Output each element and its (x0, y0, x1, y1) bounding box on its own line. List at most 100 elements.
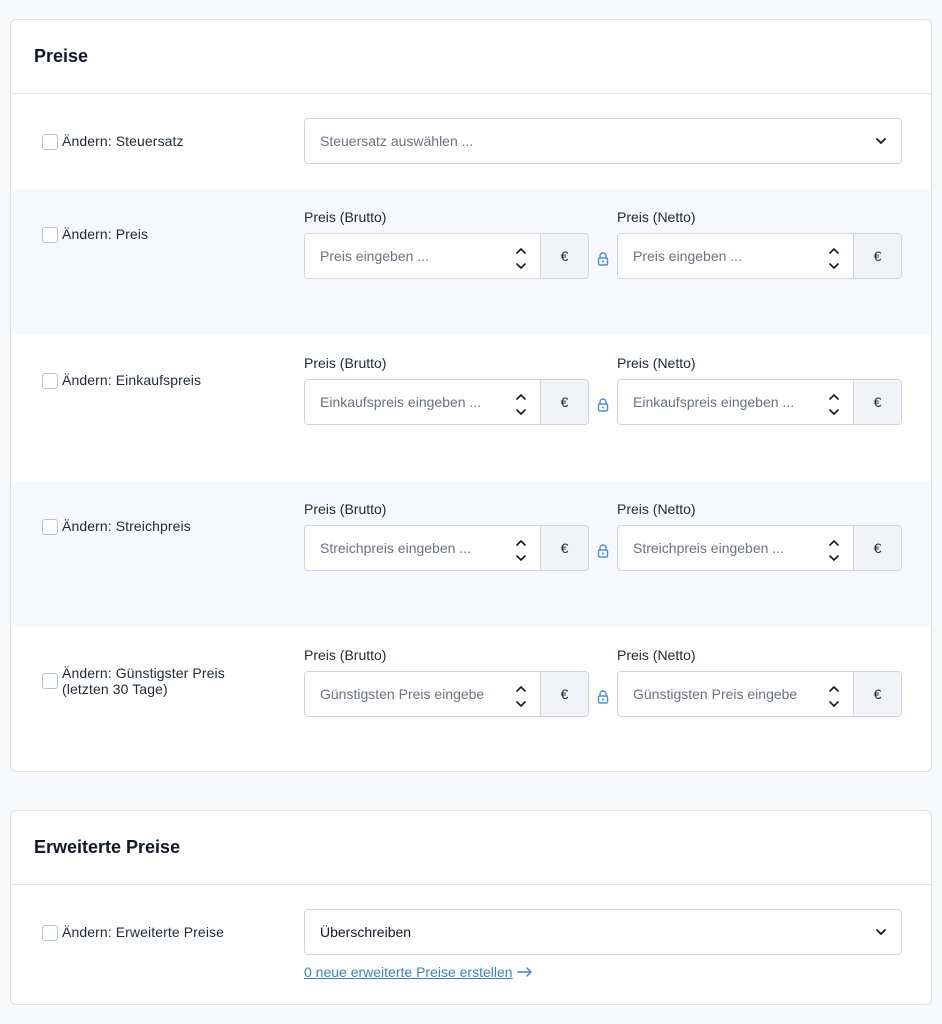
price-row-change-toggle[interactable]: Ändern: Preis (42, 226, 148, 243)
chevron-up-icon[interactable] (829, 241, 839, 257)
currency-unit: € (853, 672, 901, 716)
chevron-down-icon[interactable] (829, 257, 839, 273)
brutto-price-input-area[interactable]: Günstigsten Preis eingeben ... (305, 672, 540, 716)
brutto-price-placeholder: Streichpreis eingeben ... (320, 540, 471, 556)
arrow-right-icon (516, 967, 533, 977)
price-row: Ändern: Günstigster Preis (letzten 30 Ta… (11, 627, 931, 771)
create-erweiterte-preise-link[interactable]: 0 neue erweiterte Preise erstellen (304, 964, 533, 980)
currency-unit: € (853, 380, 901, 424)
price-row-checkbox[interactable] (42, 373, 58, 389)
preise-card: Preise Ändern: Steuersatz Steuersatz aus… (10, 19, 932, 772)
chevron-down-icon[interactable] (829, 403, 839, 419)
steuersatz-checkbox-label: Ändern: Steuersatz (62, 133, 184, 149)
brutto-label: Preis (Brutto) (304, 355, 387, 371)
chevron-down-icon[interactable] (516, 695, 526, 711)
netto-price-placeholder: Streichpreis eingeben ... (633, 540, 784, 556)
brutto-price-placeholder: Einkaufspreis eingeben ... (320, 394, 482, 410)
price-row-change-toggle[interactable]: Ändern: Streichpreis (42, 518, 191, 535)
currency-unit: € (853, 526, 901, 570)
brutto-price-input[interactable]: Einkaufspreis eingeben ... € (304, 379, 589, 425)
price-row: Ändern: Preis Preis (Brutto) Preis (Netto)… (11, 189, 931, 335)
erweiterte-preise-select[interactable]: Überschreiben (304, 909, 902, 955)
chevron-down-icon[interactable] (829, 549, 839, 565)
price-row-checkbox[interactable] (42, 519, 58, 535)
netto-price-input-area[interactable]: Einkaufspreis eingeben ... (618, 380, 853, 424)
price-row-checkbox-label: Ändern: Einkaufspreis (62, 372, 202, 388)
brutto-price-stepper[interactable] (514, 387, 528, 419)
netto-label: Preis (Netto) (617, 647, 696, 663)
erweiterte-preise-select-value: Überschreiben (320, 924, 412, 940)
steuersatz-change-toggle[interactable]: Ändern: Steuersatz (42, 133, 184, 150)
erweiterte-preise-checkbox-label: Ändern: Erweiterte Preise (62, 924, 225, 940)
brutto-label: Preis (Brutto) (304, 647, 387, 663)
price-row: Ändern: Einkaufspreis Preis (Brutto) Preis… (11, 335, 931, 481)
erweiterte-preise-card: Erweiterte Preise Ändern: Erweiterte Pre… (10, 810, 932, 1005)
currency-unit: € (540, 672, 588, 716)
brutto-price-stepper[interactable] (514, 241, 528, 273)
brutto-price-input-area[interactable]: Einkaufspreis eingeben ... (305, 380, 540, 424)
lock-icon[interactable] (597, 398, 609, 412)
price-row-checkbox[interactable] (42, 227, 58, 243)
preise-card-header: Preise (11, 20, 931, 94)
netto-price-placeholder: Preis eingeben ... (633, 248, 742, 264)
brutto-price-input[interactable]: Günstigsten Preis eingeben ... € (304, 671, 589, 717)
netto-price-input-area[interactable]: Günstigsten Preis eingeben ... (618, 672, 853, 716)
chevron-up-icon[interactable] (829, 387, 839, 403)
chevron-up-icon[interactable] (516, 387, 526, 403)
brutto-price-stepper[interactable] (514, 679, 528, 711)
netto-price-input[interactable]: Streichpreis eingeben ... € (617, 525, 902, 571)
steuersatz-checkbox[interactable] (42, 134, 58, 150)
brutto-price-stepper[interactable] (514, 533, 528, 565)
erweiterte-preise-card-title: Erweiterte Preise (34, 837, 181, 857)
erweiterte-preise-row: Ändern: Erweiterte Preise Überschreiben … (11, 886, 931, 1004)
chevron-down-icon (875, 134, 887, 150)
preise-card-title: Preise (34, 46, 89, 66)
brutto-price-input[interactable]: Streichpreis eingeben ... € (304, 525, 589, 571)
netto-price-input[interactable]: Günstigsten Preis eingeben ... € (617, 671, 902, 717)
erweiterte-preise-change-toggle[interactable]: Ändern: Erweiterte Preise (42, 924, 224, 941)
steuersatz-select[interactable]: Steuersatz auswählen ... (304, 118, 902, 164)
chevron-up-icon[interactable] (516, 241, 526, 257)
currency-unit: € (540, 380, 588, 424)
price-row-change-toggle[interactable]: Ändern: Einkaufspreis (42, 372, 201, 389)
netto-price-stepper[interactable] (827, 241, 841, 273)
netto-label: Preis (Netto) (617, 355, 696, 371)
currency-unit: € (540, 234, 588, 278)
netto-price-input-area[interactable]: Preis eingeben ... (618, 234, 853, 278)
chevron-up-icon[interactable] (516, 533, 526, 549)
chevron-down-icon[interactable] (516, 257, 526, 273)
netto-price-stepper[interactable] (827, 387, 841, 419)
price-row-change-toggle[interactable]: Ändern: Günstigster Preis (letzten 30 Ta… (42, 665, 242, 697)
netto-price-placeholder: Günstigsten Preis eingeben ... (633, 686, 798, 702)
chevron-down-icon (875, 925, 887, 941)
brutto-price-input[interactable]: Preis eingeben ... € (304, 233, 589, 279)
create-erweiterte-preise-link-text: 0 neue erweiterte Preise erstellen (304, 964, 513, 980)
brutto-label: Preis (Brutto) (304, 209, 387, 225)
steuersatz-select-placeholder: Steuersatz auswählen ... (320, 133, 474, 149)
chevron-up-icon[interactable] (516, 679, 526, 695)
netto-price-input[interactable]: Preis eingeben ... € (617, 233, 902, 279)
netto-price-input-area[interactable]: Streichpreis eingeben ... (618, 526, 853, 570)
brutto-label: Preis (Brutto) (304, 501, 387, 517)
steuersatz-row: Ändern: Steuersatz Steuersatz auswählen … (11, 95, 931, 189)
chevron-down-icon[interactable] (516, 549, 526, 565)
lock-icon[interactable] (597, 690, 609, 704)
erweiterte-preise-checkbox[interactable] (42, 925, 58, 941)
chevron-down-icon[interactable] (516, 403, 526, 419)
netto-price-stepper[interactable] (827, 533, 841, 565)
netto-label: Preis (Netto) (617, 501, 696, 517)
chevron-up-icon[interactable] (829, 679, 839, 695)
price-row-checkbox-label: Ändern: Streichpreis (62, 518, 191, 534)
currency-unit: € (540, 526, 588, 570)
brutto-price-input-area[interactable]: Preis eingeben ... (305, 234, 540, 278)
lock-icon[interactable] (597, 544, 609, 558)
netto-price-stepper[interactable] (827, 679, 841, 711)
brutto-price-input-area[interactable]: Streichpreis eingeben ... (305, 526, 540, 570)
lock-icon[interactable] (597, 252, 609, 266)
brutto-price-placeholder: Günstigsten Preis eingeben ... (320, 686, 485, 702)
chevron-down-icon[interactable] (829, 695, 839, 711)
netto-price-input[interactable]: Einkaufspreis eingeben ... € (617, 379, 902, 425)
price-row-checkbox[interactable] (42, 673, 58, 689)
chevron-up-icon[interactable] (829, 533, 839, 549)
price-row-checkbox-label: Ändern: Preis (62, 226, 149, 242)
